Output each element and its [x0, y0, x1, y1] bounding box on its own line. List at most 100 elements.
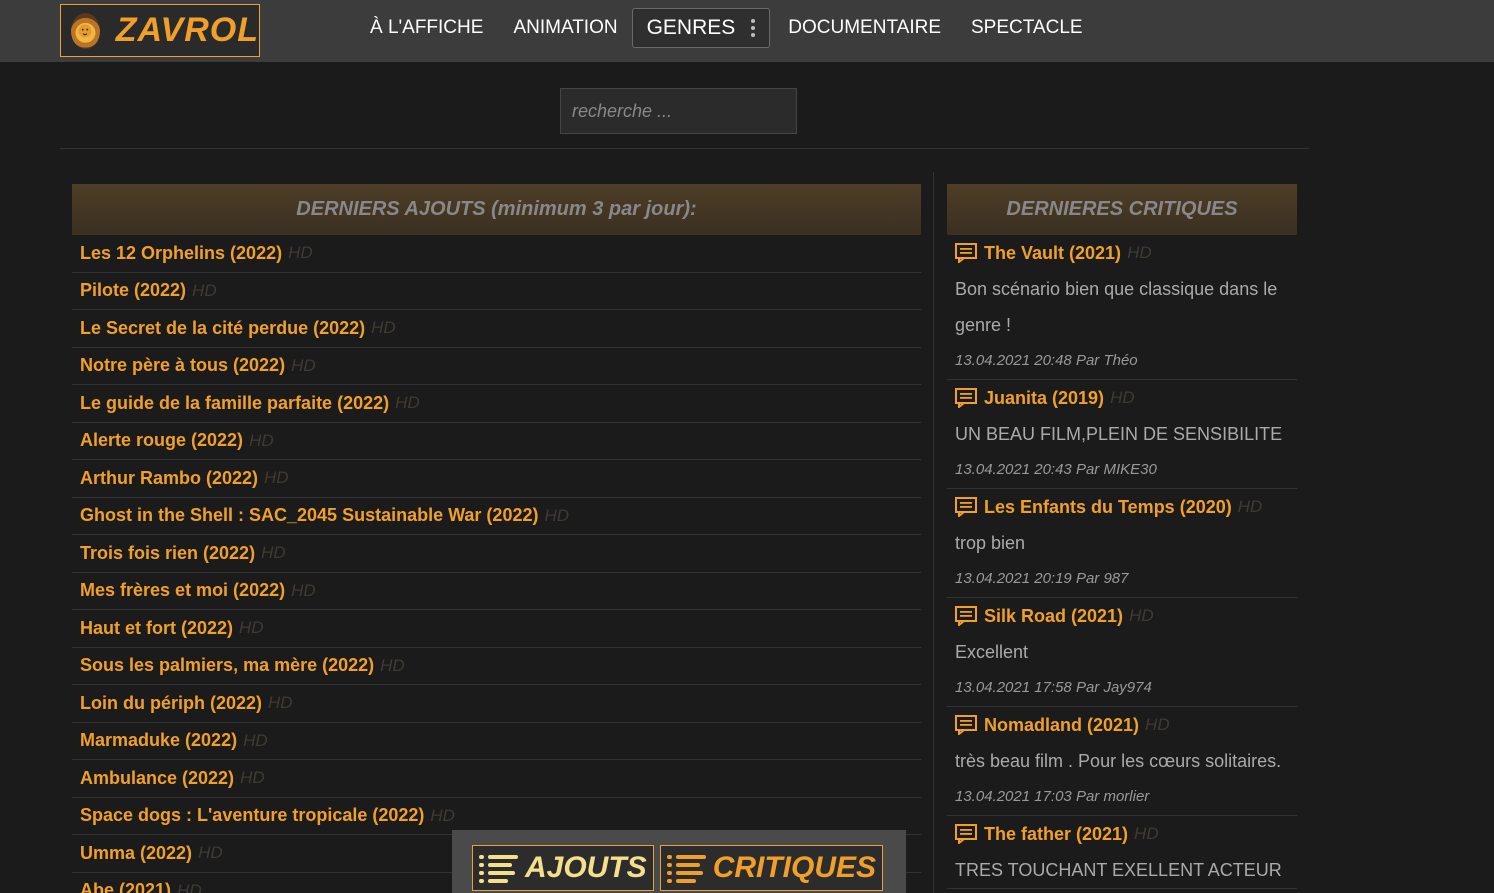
ajouts-tab-label: AJOUTS: [525, 850, 647, 884]
site-logo[interactable]: ZAVROL: [60, 4, 260, 57]
main-nav: À L'AFFICHE ANIMATION GENRES DOCUMENTAIR…: [370, 8, 1113, 48]
latest-reviews-list: The Vault (2021) HD Bon scénario bien que …: [947, 235, 1297, 889]
latest-list-item[interactable]: Marmaduke (2022) HD: [72, 723, 921, 760]
review-movie-title[interactable]: Silk Road (2021): [984, 606, 1123, 627]
movie-title-link[interactable]: Mes frères et moi (2022): [80, 580, 285, 601]
review-text: UN BEAU FILM,PLEIN DE SENSIBILITE: [955, 424, 1283, 444]
divider: [60, 148, 1309, 149]
movie-title-link[interactable]: Marmaduke (2022): [80, 730, 237, 751]
review-meta: 13.04.2021 20:19 Par 987: [955, 570, 1129, 587]
latest-list-item[interactable]: Haut et fort (2022) HD: [72, 610, 921, 648]
movie-title-link[interactable]: Le guide de la famille parfaite (2022): [80, 393, 389, 414]
latest-list-item[interactable]: Arthur Rambo (2022) HD: [72, 460, 921, 498]
hd-badge: HD: [288, 243, 313, 263]
movie-title-link[interactable]: Le Secret de la cité perdue (2022): [80, 318, 365, 339]
latest-list-item[interactable]: Le guide de la famille parfaite (2022) HD: [72, 385, 921, 423]
more-vertical-icon: [751, 19, 756, 37]
review-item: The Vault (2021) HD Bon scénario bien que …: [947, 235, 1297, 380]
search-input[interactable]: recherche ...: [560, 88, 797, 134]
latest-list-item[interactable]: Loin du périph (2022) HD: [72, 685, 921, 723]
review-text: très beau film . Pour les cœurs solitair…: [955, 751, 1282, 771]
hd-badge: HD: [192, 280, 217, 300]
hd-badge: HD: [261, 543, 286, 563]
comment-icon: [955, 824, 984, 844]
review-title-row[interactable]: Juanita (2019) HD: [955, 380, 1289, 416]
review-item: Silk Road (2021) HD Excellent 13.04.2021 17…: [947, 598, 1297, 707]
latest-list-item[interactable]: Sous les palmiers, ma mère (2022) HD: [72, 648, 921, 685]
review-text: trop bien: [955, 533, 1026, 553]
movie-title-link[interactable]: Abe (2021): [80, 880, 171, 893]
genres-label: GENRES: [646, 16, 736, 39]
nav-item-spectacle[interactable]: SPECTACLE: [971, 17, 1083, 39]
latest-list-item[interactable]: Le Secret de la cité perdue (2022) HD: [72, 310, 921, 348]
review-item: Nomadland (2021) HD très beau film . Pour …: [947, 707, 1297, 816]
review-movie-title[interactable]: The father (2021): [984, 824, 1128, 845]
movie-title-link[interactable]: Trois fois rien (2022): [80, 543, 255, 564]
review-meta: 13.04.2021 17:58 Par Jay974: [955, 679, 1152, 696]
nav-item-documentaire[interactable]: DOCUMENTAIRE: [788, 17, 941, 39]
movie-title-link[interactable]: Ambulance (2022): [80, 768, 234, 789]
hd-badge: HD: [1129, 606, 1154, 625]
review-title-row[interactable]: Nomadland (2021) HD: [955, 707, 1289, 743]
movie-title-link[interactable]: Pilote (2022): [80, 280, 186, 301]
nav-genres-dropdown[interactable]: GENRES: [631, 8, 771, 48]
hd-badge: HD: [249, 430, 274, 450]
bottom-tab-bar: AJOUTS CRITIQUES: [452, 830, 906, 893]
review-meta: 13.04.2021 20:48 Par Théo: [955, 352, 1138, 369]
movie-title-link[interactable]: Arthur Rambo (2022): [80, 468, 258, 489]
movie-title-link[interactable]: Ghost in the Shell : SAC_2045 Sustainabl…: [80, 505, 538, 526]
latest-list-item[interactable]: Mes frères et moi (2022) HD: [72, 573, 921, 610]
review-movie-title[interactable]: The Vault (2021): [984, 243, 1121, 264]
review-title-row[interactable]: The father (2021) HD: [955, 816, 1289, 852]
movie-title-link[interactable]: Umma (2022): [80, 843, 192, 864]
review-text: TRES TOUCHANT EXELLENT ACTEUR: [955, 860, 1282, 880]
latest-list-item[interactable]: Ambulance (2022) HD: [72, 760, 921, 798]
column-divider: [933, 172, 934, 893]
latest-list-item[interactable]: Trois fois rien (2022) HD: [72, 535, 921, 573]
review-text: Bon scénario bien que classique dans le …: [955, 279, 1278, 335]
latest-list-item[interactable]: Alerte rouge (2022) HD: [72, 423, 921, 460]
review-meta: 13.04.2021 17:03 Par morlier: [955, 788, 1150, 805]
review-movie-title[interactable]: Les Enfants du Temps (2020): [984, 497, 1232, 518]
review-item: The father (2021) HD TRES TOUCHANT EXELLEN…: [947, 816, 1297, 889]
latest-list-item[interactable]: Notre père à tous (2022) HD: [72, 348, 921, 385]
movie-title-link[interactable]: Loin du périph (2022): [80, 693, 262, 714]
hd-badge: HD: [1237, 497, 1263, 516]
review-title-row[interactable]: Les Enfants du Temps (2020) HD: [955, 489, 1289, 525]
hd-badge: HD: [268, 693, 293, 713]
comment-icon: [955, 606, 984, 626]
comment-icon: [955, 497, 984, 517]
ajouts-tab-button[interactable]: AJOUTS: [472, 844, 654, 891]
movie-title-link[interactable]: Space dogs : L'aventure tropicale (2022): [80, 805, 424, 826]
movie-title-link[interactable]: Les 12 Orphelins (2022): [80, 243, 282, 264]
hd-badge: HD: [380, 655, 405, 675]
movie-title-link[interactable]: Sous les palmiers, ma mère (2022): [80, 655, 374, 676]
review-movie-title[interactable]: Nomadland (2021): [984, 715, 1139, 736]
latest-list-item[interactable]: Pilote (2022) HD: [72, 273, 921, 310]
review-title-row[interactable]: The Vault (2021) HD: [955, 235, 1289, 271]
hd-badge: HD: [395, 393, 420, 413]
hd-badge: HD: [177, 880, 202, 893]
critiques-tab-label: CRITIQUES: [712, 850, 877, 884]
hd-badge: HD: [1134, 824, 1159, 843]
comment-icon: [955, 388, 984, 408]
movie-title-link[interactable]: Notre père à tous (2022): [80, 355, 285, 376]
review-item: Les Enfants du Temps (2020) HD trop bien 13…: [947, 489, 1297, 598]
hd-badge: HD: [239, 618, 264, 638]
hd-badge: HD: [1127, 243, 1152, 262]
review-movie-title[interactable]: Juanita (2019): [984, 388, 1104, 409]
movie-title-link[interactable]: Haut et fort (2022): [80, 618, 233, 639]
list-icon: [479, 854, 518, 883]
latest-additions-list: Les 12 Orphelins (2022) HD Pilote (2022) HD…: [72, 235, 921, 893]
critiques-tab-button[interactable]: CRITIQUES: [659, 844, 884, 891]
hd-badge: HD: [371, 318, 396, 338]
review-title-row[interactable]: Silk Road (2021) HD: [955, 598, 1289, 634]
latest-list-item[interactable]: Les 12 Orphelins (2022) HD: [72, 235, 921, 273]
hd-badge: HD: [264, 468, 289, 488]
hd-badge: HD: [1145, 715, 1170, 734]
nav-item-animation[interactable]: ANIMATION: [513, 17, 617, 39]
latest-list-item[interactable]: Ghost in the Shell : SAC_2045 Sustainabl…: [72, 498, 921, 535]
movie-title-link[interactable]: Alerte rouge (2022): [80, 430, 243, 451]
nav-item-a-l-affiche[interactable]: À L'AFFICHE: [370, 17, 483, 39]
lion-icon: [71, 12, 100, 49]
